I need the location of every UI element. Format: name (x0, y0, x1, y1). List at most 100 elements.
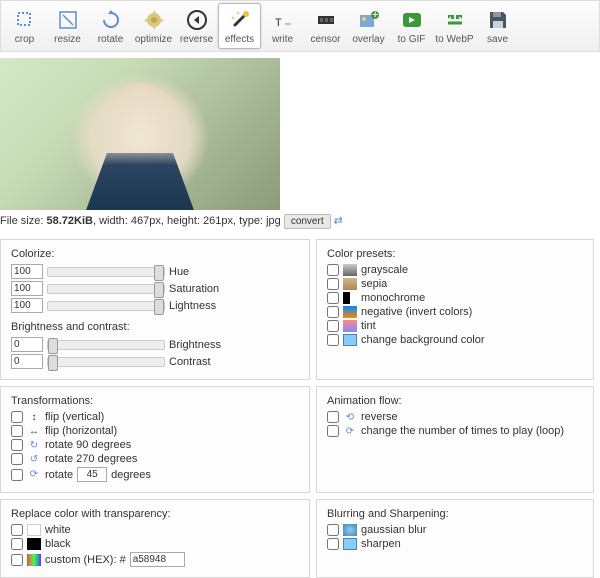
flipv-checkbox[interactable] (11, 411, 23, 423)
sharpen-checkbox[interactable] (327, 538, 339, 550)
bc-title: Brightness and contrast: (11, 321, 299, 333)
sepia-icon (343, 278, 357, 290)
crop-icon (13, 8, 37, 32)
panel-presets: Color presets: grayscale sepia monochrom… (316, 239, 594, 380)
anim-title: Animation flow: (327, 395, 583, 407)
gaussian-checkbox[interactable] (327, 524, 339, 536)
rotate-icon (99, 8, 123, 32)
transform-title: Transformations: (11, 395, 299, 407)
file-meta: File size: 58.72KiB, width: 467px, heigh… (0, 214, 600, 229)
rotcustom-checkbox[interactable] (11, 469, 23, 481)
rot270-icon: ↺ (27, 453, 41, 465)
anim-reverse-icon: ⟲ (343, 411, 357, 423)
brightness-slider[interactable] (47, 340, 165, 350)
tool-write[interactable]: Twrite (261, 3, 304, 49)
tool-effects[interactable]: effects (218, 3, 261, 49)
black-swatch-icon (27, 538, 41, 550)
towebp-icon (443, 8, 467, 32)
panel-transform: Transformations: ↕flip (vertical) ↔flip … (0, 386, 310, 493)
bgcolor-icon (343, 334, 357, 346)
svg-text:+: + (372, 9, 378, 21)
file-size: 58.72KiB (46, 215, 92, 227)
panel-colorize: Colorize: Hue Saturation Lightness Brigh… (0, 239, 310, 380)
save-icon (486, 8, 510, 32)
saturation-input[interactable] (11, 281, 43, 296)
panel-animation: Animation flow: ⟲reverse ⟳change the num… (316, 386, 594, 493)
replace-title: Replace color with transparency: (11, 508, 299, 520)
censor-icon (314, 8, 338, 32)
tool-togif[interactable]: to GIF (390, 3, 433, 49)
contrast-slider[interactable] (47, 357, 165, 367)
tool-crop[interactable]: crop (3, 3, 46, 49)
tool-save[interactable]: save (476, 3, 519, 49)
rotcustom-icon: ⟳ (27, 469, 41, 481)
togif-icon (400, 8, 424, 32)
fliph-checkbox[interactable] (11, 425, 23, 437)
presets-title: Color presets: (327, 248, 583, 260)
contrast-input[interactable] (11, 354, 43, 369)
anim-loop-checkbox[interactable] (327, 425, 339, 437)
convert-button[interactable]: convert (284, 214, 331, 229)
lightness-slider[interactable] (47, 301, 165, 311)
flipv-icon: ↕ (27, 411, 41, 423)
sharpen-icon (343, 538, 357, 550)
rotate-degrees-input[interactable] (77, 467, 107, 482)
custom-swatch-icon (27, 554, 41, 566)
white-swatch-icon (27, 524, 41, 536)
contrast-label: Contrast (169, 356, 211, 368)
rot270-checkbox[interactable] (11, 453, 23, 465)
reverse-icon (185, 8, 209, 32)
write-icon: T (271, 8, 295, 32)
negative-checkbox[interactable] (327, 306, 339, 318)
bgcolor-checkbox[interactable] (327, 334, 339, 346)
optimize-icon (142, 8, 166, 32)
hue-slider[interactable] (47, 267, 165, 277)
tool-censor[interactable]: censor (304, 3, 347, 49)
file-width: 467px (131, 215, 161, 227)
lightness-label: Lightness (169, 300, 216, 312)
resize-icon (56, 8, 80, 32)
file-height: 261px (203, 215, 233, 227)
fliph-icon: ↔ (27, 425, 41, 437)
effects-icon (228, 8, 252, 32)
overlay-icon: + (357, 8, 381, 32)
rot90-checkbox[interactable] (11, 439, 23, 451)
tool-towebp[interactable]: to WebP (433, 3, 476, 49)
brightness-label: Brightness (169, 339, 221, 351)
negative-icon (343, 306, 357, 318)
svg-text:T: T (275, 17, 282, 29)
lightness-input[interactable] (11, 298, 43, 313)
saturation-label: Saturation (169, 283, 219, 295)
image-preview (0, 58, 600, 210)
anim-reverse-checkbox[interactable] (327, 411, 339, 423)
tint-icon (343, 320, 357, 332)
colorize-title: Colorize: (11, 248, 299, 260)
brightness-input[interactable] (11, 337, 43, 352)
grayscale-checkbox[interactable] (327, 264, 339, 276)
replace-white-checkbox[interactable] (11, 524, 23, 536)
hex-input[interactable] (130, 552, 185, 567)
rot90-icon: ↻ (27, 439, 41, 451)
grayscale-icon (343, 264, 357, 276)
tool-overlay[interactable]: +overlay (347, 3, 390, 49)
blur-title: Blurring and Sharpening: (327, 508, 583, 520)
tool-reverse[interactable]: reverse (175, 3, 218, 49)
saturation-slider[interactable] (47, 284, 165, 294)
gaussian-icon (343, 524, 357, 536)
tool-resize[interactable]: resize (46, 3, 89, 49)
replace-custom-checkbox[interactable] (11, 554, 23, 566)
sepia-checkbox[interactable] (327, 278, 339, 290)
file-type: jpg (266, 215, 281, 227)
hue-input[interactable] (11, 264, 43, 279)
replace-black-checkbox[interactable] (11, 538, 23, 550)
toolbar: crop resize rotate optimize reverse effe… (0, 0, 600, 52)
panel-blur: Blurring and Sharpening: gaussian blur s… (316, 499, 594, 578)
tool-optimize[interactable]: optimize (132, 3, 175, 49)
monochrome-checkbox[interactable] (327, 292, 339, 304)
tool-rotate[interactable]: rotate (89, 3, 132, 49)
panel-replace: Replace color with transparency: white b… (0, 499, 310, 578)
convert-icon: ⇄ (334, 215, 343, 227)
preview-image (0, 58, 280, 210)
hue-label: Hue (169, 266, 189, 278)
tint-checkbox[interactable] (327, 320, 339, 332)
